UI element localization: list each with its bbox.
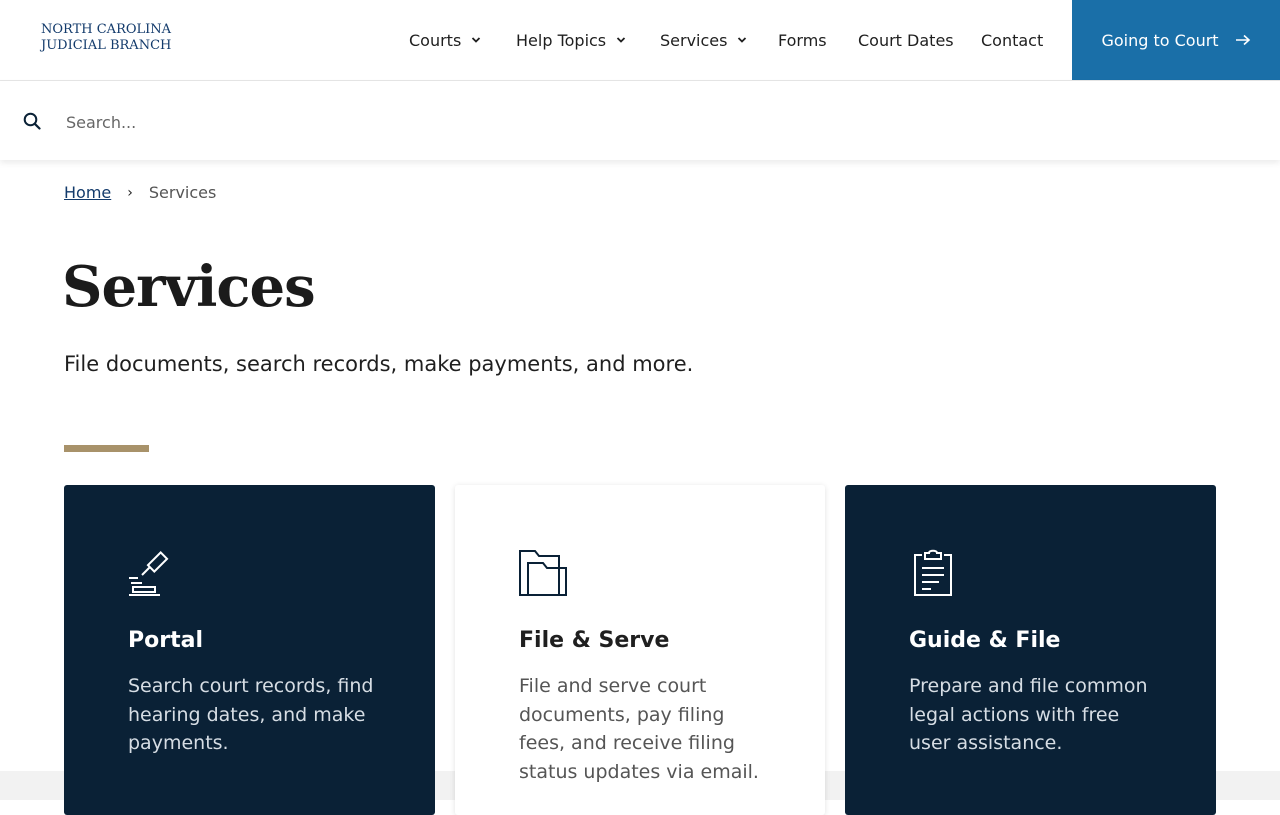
chevron-right-icon: ›	[127, 184, 133, 201]
card-guide-file-title: Guide & File	[909, 628, 1061, 653]
card-portal[interactable]: Portal Search court records, find hearin…	[64, 485, 435, 815]
nav-contact[interactable]: Contact	[981, 0, 1043, 80]
accent-divider	[64, 445, 149, 452]
nav-courts-label: Courts	[409, 30, 462, 50]
going-to-court-label: Going to Court	[1101, 30, 1219, 50]
chevron-down-icon	[738, 37, 747, 43]
breadcrumb: Home › Services	[64, 183, 216, 202]
card-portal-title: Portal	[128, 628, 203, 653]
breadcrumb-home-link[interactable]: Home	[64, 183, 111, 202]
nav-help-topics-label: Help Topics	[516, 30, 607, 50]
clipboard-icon	[914, 549, 952, 596]
nav-services-label: Services	[660, 30, 728, 50]
nav-forms-label: Forms	[778, 30, 827, 50]
gavel-icon	[129, 551, 169, 596]
logo-line-1: NORTH CAROLINA	[41, 22, 172, 37]
nav-services[interactable]: Services	[660, 0, 747, 80]
card-file-serve-description: File and serve court documents, pay fili…	[519, 675, 759, 783]
breadcrumb-current: Services	[148, 183, 217, 202]
nav-forms[interactable]: Forms	[778, 0, 827, 80]
nav-help-topics[interactable]: Help Topics	[516, 0, 626, 80]
chevron-down-icon	[472, 37, 481, 43]
going-to-court-button[interactable]: Going to Court	[1072, 0, 1280, 80]
chevron-down-icon	[617, 37, 626, 43]
nav-court-dates-label: Court Dates	[858, 30, 954, 50]
nav-court-dates[interactable]: Court Dates	[858, 0, 954, 80]
logo-line-2: JUDICIAL BRANCH	[41, 38, 172, 53]
card-guide-file[interactable]: Guide & File Prepare and file common leg…	[845, 485, 1216, 815]
card-portal-description: Search court records, find hearing dates…	[128, 675, 374, 754]
card-file-serve[interactable]: File & Serve File and serve court docume…	[455, 485, 825, 815]
arrow-right-icon	[1235, 34, 1250, 46]
nav-contact-label: Contact	[981, 30, 1044, 50]
search-input[interactable]	[64, 107, 1248, 137]
search-bar	[0, 81, 1280, 160]
search-icon[interactable]	[23, 112, 41, 130]
page-title: Services	[62, 254, 316, 320]
page-subtitle: File documents, search records, make pay…	[64, 352, 694, 376]
site-header: NORTH CAROLINA JUDICIAL BRANCH Courts He…	[0, 0, 1280, 81]
nav-courts[interactable]: Courts	[409, 0, 481, 80]
site-logo[interactable]: NORTH CAROLINA JUDICIAL BRANCH	[41, 22, 171, 54]
folder-icon	[519, 550, 567, 596]
card-file-serve-title: File & Serve	[519, 628, 670, 653]
card-guide-file-description: Prepare and file common legal actions wi…	[909, 675, 1148, 754]
